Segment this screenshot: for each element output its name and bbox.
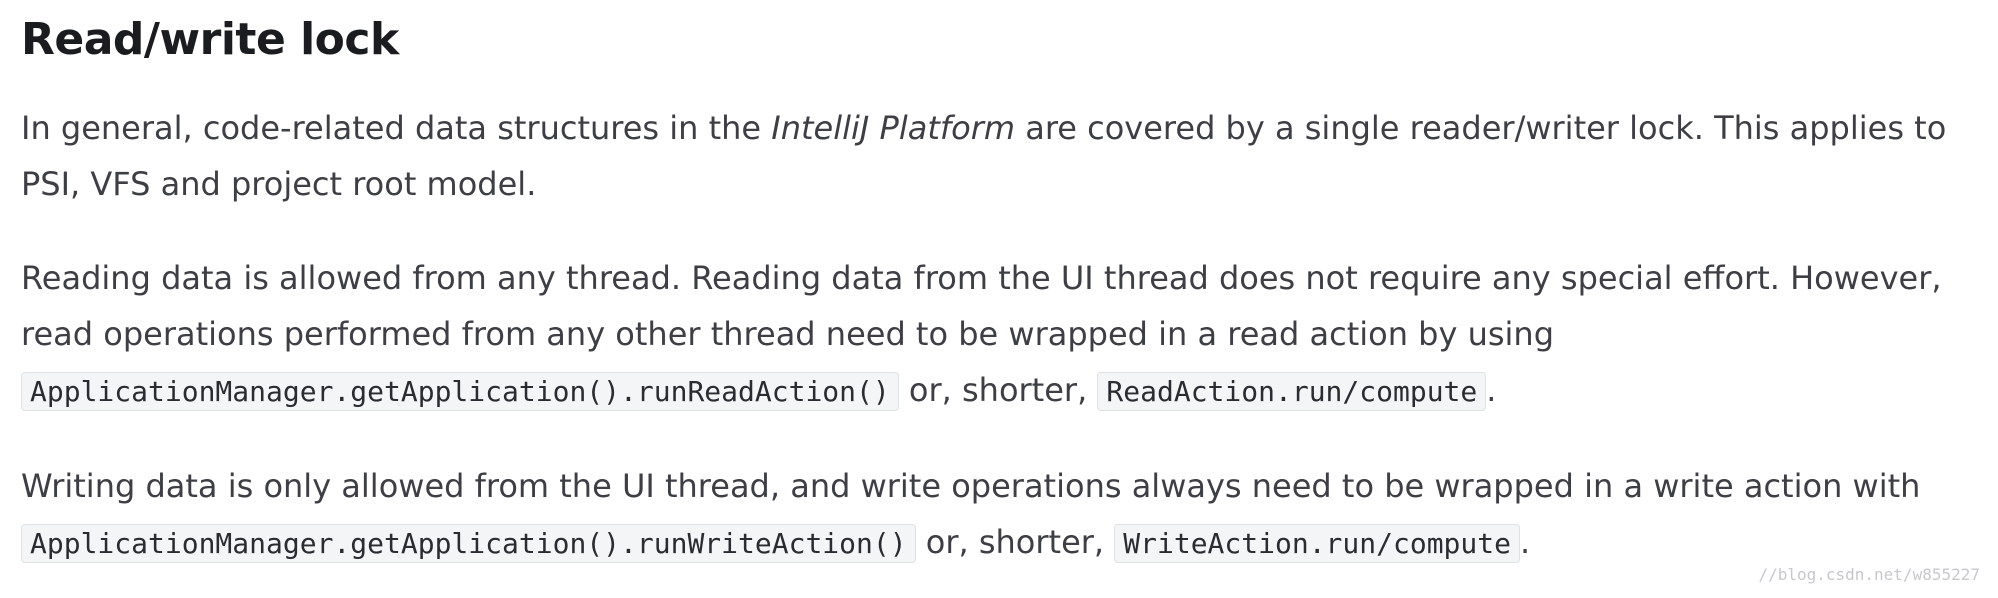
paragraph-read-access: Reading data is allowed from any thread.… — [21, 250, 1981, 420]
text-span: . — [1486, 371, 1497, 409]
text-span: or, shorter, — [898, 371, 1098, 409]
code-run-read-action: ApplicationManager.getApplication().runR… — [21, 372, 899, 411]
text-span: In general, code-related data structures… — [21, 109, 772, 147]
watermark: //blog.csdn.net/w855227 — [1758, 565, 1980, 584]
text-span: Reading data is allowed from any thread.… — [21, 259, 1942, 353]
section-heading: Read/write lock — [21, 14, 399, 65]
paragraph-lock-overview: In general, code-related data structures… — [21, 100, 1981, 212]
product-name-emphasis: IntelliJ Platform — [771, 109, 1016, 147]
code-read-action-run: ReadAction.run/compute — [1097, 372, 1487, 411]
text-span: or, shorter, — [915, 523, 1115, 561]
code-write-action-run: WriteAction.run/compute — [1114, 524, 1520, 563]
code-run-write-action: ApplicationManager.getApplication().runW… — [21, 524, 916, 563]
text-span: Writing data is only allowed from the UI… — [21, 467, 1921, 505]
paragraph-write-access: Writing data is only allowed from the UI… — [21, 458, 1981, 572]
text-span: . — [1520, 523, 1531, 561]
